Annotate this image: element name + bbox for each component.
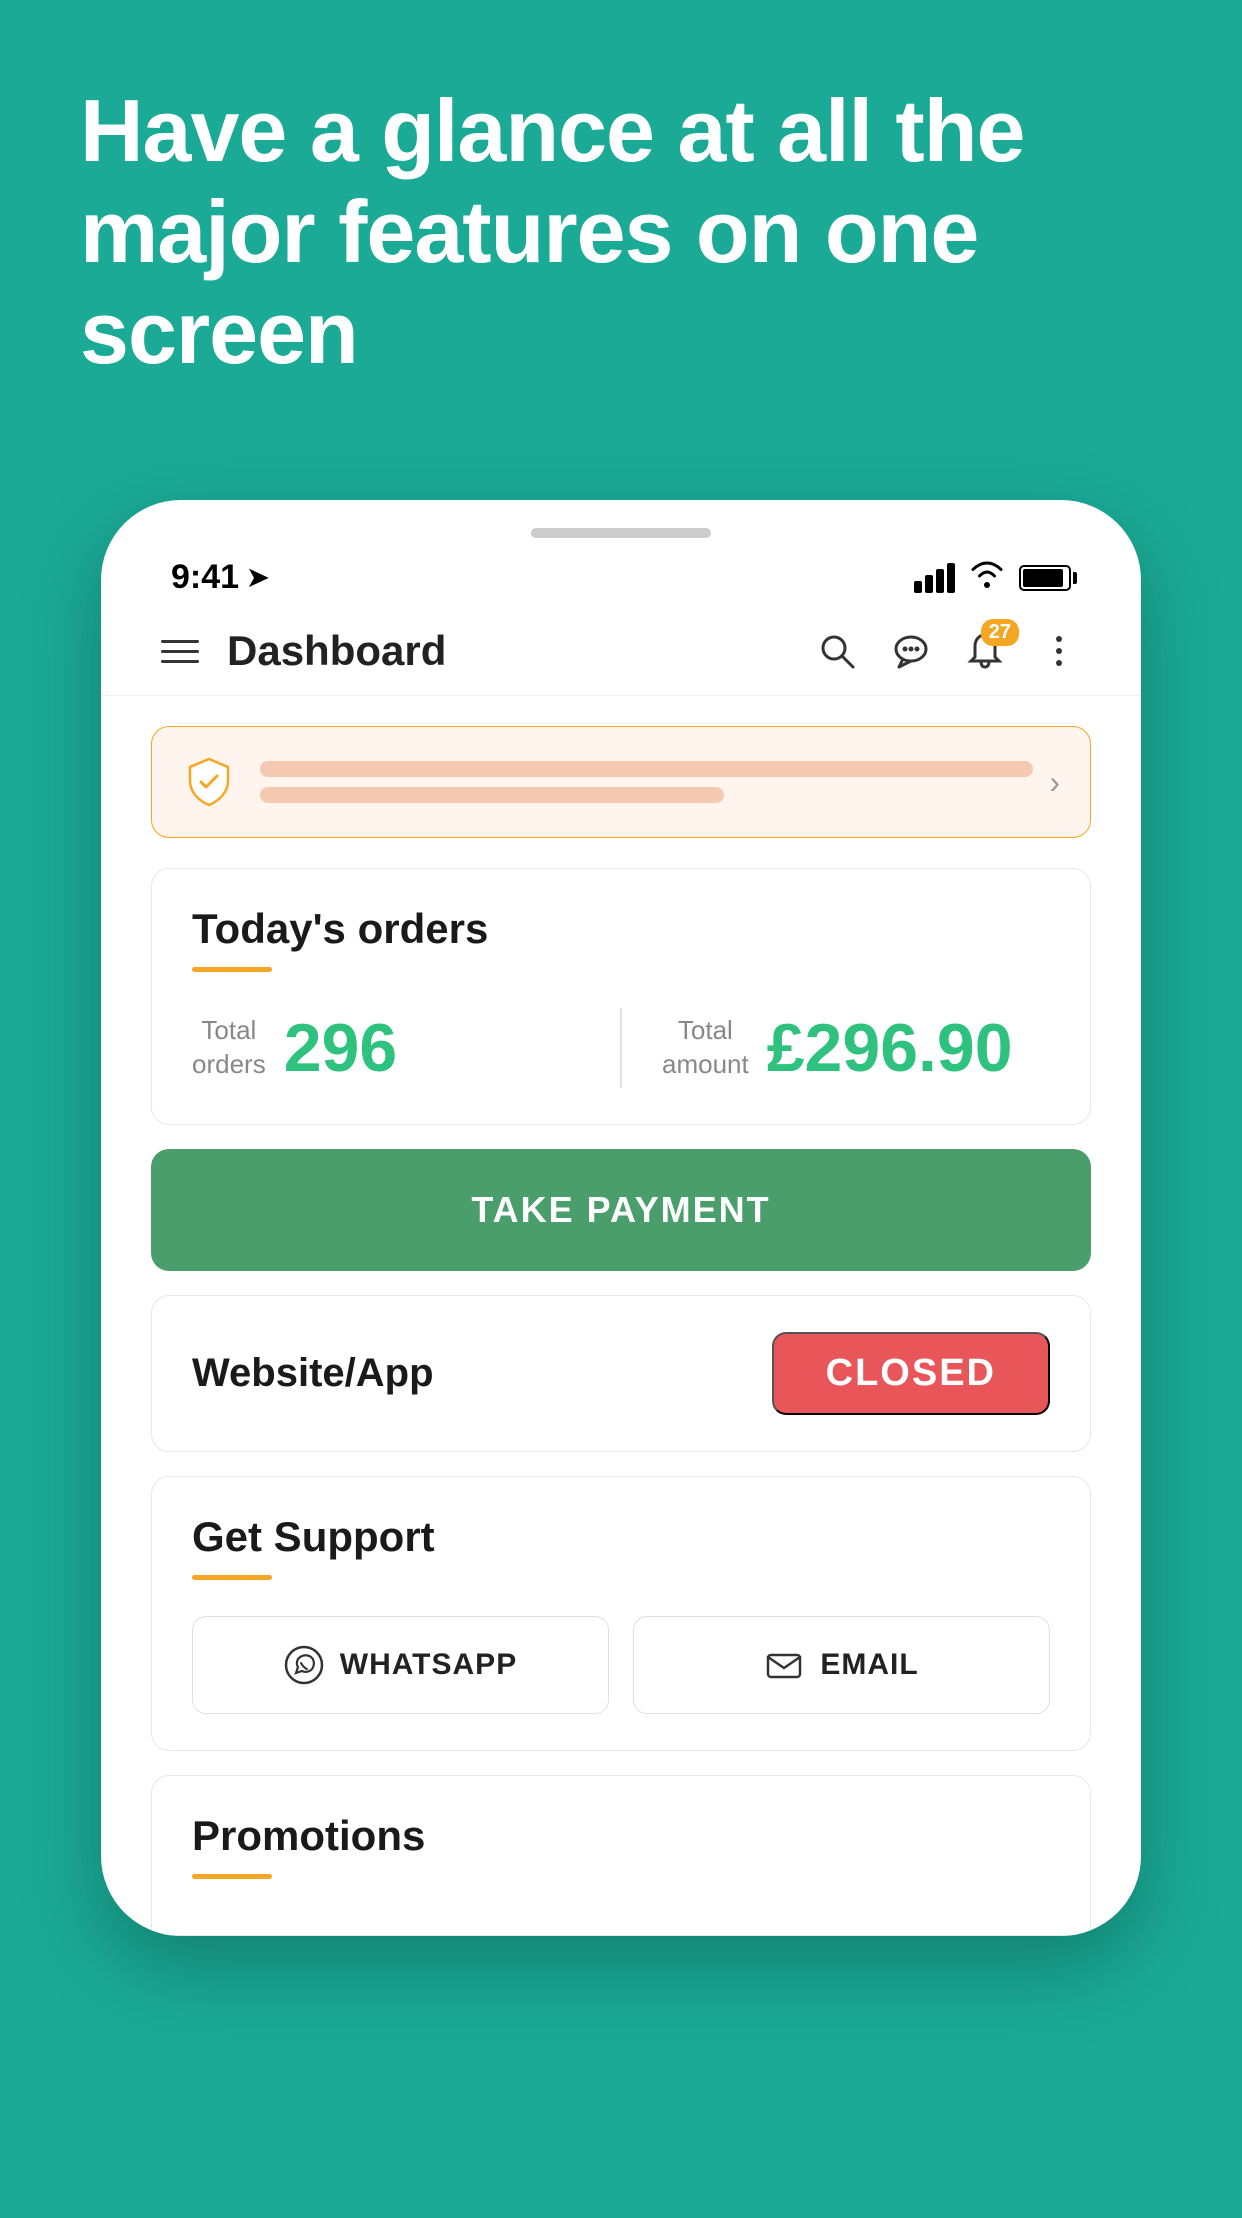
todays-orders-underline	[192, 967, 272, 972]
shield-icon	[182, 755, 236, 809]
website-app-status-card: Website/App CLOSED	[151, 1295, 1091, 1452]
closed-status-button[interactable]: CLOSED	[772, 1332, 1050, 1415]
alert-text	[260, 761, 1033, 803]
status-icons	[914, 560, 1071, 595]
take-payment-button[interactable]: TAKE PAYMENT	[151, 1149, 1091, 1271]
battery-icon	[1019, 565, 1071, 591]
nav-icons: 27	[815, 629, 1081, 673]
chat-button[interactable]	[889, 629, 933, 673]
total-amount-value: £296.90	[767, 1009, 1013, 1087]
whatsapp-icon	[284, 1645, 324, 1685]
total-amount-stat: Totalamount £296.90	[662, 1009, 1050, 1087]
nav-title: Dashboard	[227, 627, 815, 675]
orders-row: Totalorders 296 Totalamount £296.90	[192, 1008, 1050, 1088]
support-buttons: WHATSAPP EMAIL	[192, 1616, 1050, 1714]
notifications-button[interactable]: 27	[963, 629, 1007, 673]
get-support-card: Get Support WHATSAPP EMAIL	[151, 1476, 1091, 1751]
more-options-button[interactable]	[1037, 629, 1081, 673]
signal-icon	[914, 563, 955, 593]
total-orders-stat: Totalorders 296	[192, 1009, 580, 1087]
promotions-card: Promotions	[151, 1775, 1091, 1936]
alert-chevron-icon: ›	[1049, 764, 1060, 801]
phone-content: › Today's orders Totalorders 296 Totalam…	[101, 696, 1141, 1936]
hero-heading: Have a glance at all the major features …	[80, 80, 1162, 384]
wifi-icon	[969, 560, 1005, 595]
search-button[interactable]	[815, 629, 859, 673]
total-orders-label: Totalorders	[192, 1014, 266, 1082]
phone-pill	[531, 528, 711, 538]
total-amount-label: Totalamount	[662, 1014, 749, 1082]
promotions-underline	[192, 1874, 272, 1879]
todays-orders-title: Today's orders	[192, 905, 1050, 953]
phone-top-bar: 9:41 ➤	[101, 500, 1141, 607]
app-nav-bar: Dashboard	[101, 607, 1141, 696]
promotions-title: Promotions	[192, 1812, 1050, 1860]
email-button[interactable]: EMAIL	[633, 1616, 1050, 1714]
todays-orders-card: Today's orders Totalorders 296 Totalamou…	[151, 868, 1091, 1125]
location-arrow-icon: ➤	[247, 562, 269, 593]
email-icon	[764, 1645, 804, 1685]
get-support-underline	[192, 1575, 272, 1580]
whatsapp-label: WHATSAPP	[340, 1648, 517, 1682]
get-support-title: Get Support	[192, 1513, 1050, 1561]
status-bar: 9:41 ➤	[161, 558, 1081, 597]
email-label: EMAIL	[820, 1648, 918, 1682]
phone-mockup: 9:41 ➤	[101, 500, 1141, 1936]
whatsapp-button[interactable]: WHATSAPP	[192, 1616, 609, 1714]
alert-banner[interactable]: ›	[151, 726, 1091, 838]
total-orders-value: 296	[284, 1009, 397, 1087]
website-app-label: Website/App	[192, 1351, 434, 1396]
hamburger-menu-icon[interactable]	[161, 640, 199, 663]
status-time: 9:41 ➤	[171, 558, 269, 597]
orders-divider	[620, 1008, 622, 1088]
notification-count: 27	[981, 619, 1019, 646]
